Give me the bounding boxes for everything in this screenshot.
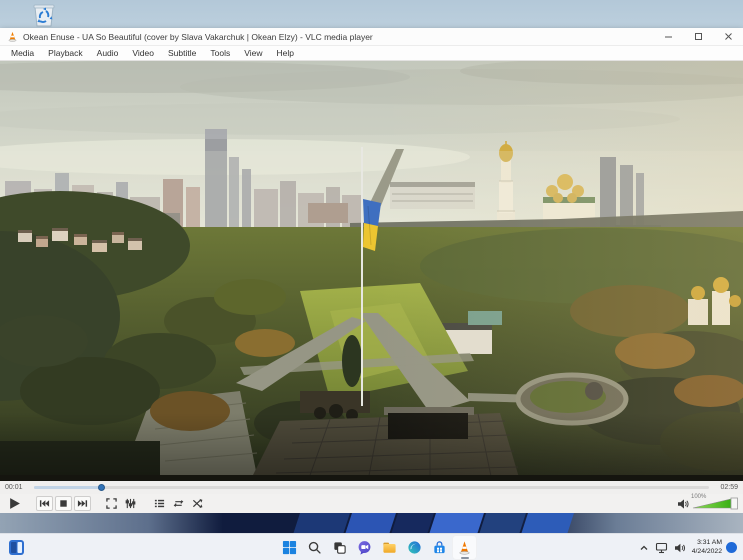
desktop-wallpaper-bloom [0,513,743,533]
tray-time: 3:31 AM [697,539,722,547]
recycle-bin-icon[interactable] [28,1,60,28]
tray-date: 4/24/2022 [691,547,722,555]
menu-playback[interactable]: Playback [41,48,90,58]
video-frame[interactable] [0,61,743,481]
volume-tray-icon[interactable] [671,537,689,559]
chat-button[interactable] [352,535,377,560]
task-view-button[interactable] [327,535,352,560]
next-button[interactable] [74,496,91,511]
vlc-window: Okean Enuse - UA So Beautiful (cover by … [0,28,743,513]
elapsed-time: 00:01 [5,484,23,491]
seek-fill [34,486,102,489]
volume-icon[interactable] [677,498,689,510]
menu-view[interactable]: View [237,48,269,58]
volume-control: 100% [677,494,739,513]
edge-button[interactable] [402,535,427,560]
desktop-wallpaper-top [0,0,743,28]
menu-media[interactable]: Media [4,48,41,58]
hidden-icons-chevron[interactable] [636,537,652,559]
menu-subtitle[interactable]: Subtitle [161,48,203,58]
volume-percent-label: 100% [691,494,707,500]
maximize-button[interactable] [683,28,713,45]
vlc-taskbar-button[interactable] [452,535,477,560]
menu-audio[interactable]: Audio [90,48,126,58]
widgets-button[interactable] [8,539,25,556]
seek-row: 00:01 02:59 [0,481,743,494]
seek-slider[interactable] [34,484,709,491]
taskbar: 3:31 AM 4/24/2022 [0,533,743,560]
menu-tools[interactable]: Tools [203,48,237,58]
random-button[interactable] [189,496,206,511]
previous-button[interactable] [36,496,53,511]
controls-bar: 100% [0,494,743,513]
window-title: Okean Enuse - UA So Beautiful (cover by … [23,31,373,42]
menu-video[interactable]: Video [125,48,161,58]
fullscreen-button[interactable] [103,496,120,511]
file-explorer-button[interactable] [377,535,402,560]
seek-thumb[interactable] [97,484,105,491]
duration-time: 02:59 [720,484,738,491]
notification-badge[interactable] [726,542,737,553]
loop-button[interactable] [170,496,187,511]
close-button[interactable] [713,28,743,45]
vlc-cone-icon [7,31,18,42]
menu-help[interactable]: Help [269,48,300,58]
extended-settings-button[interactable] [122,496,139,511]
search-button[interactable] [302,535,327,560]
desktop: Okean Enuse - UA So Beautiful (cover by … [0,0,743,560]
play-button[interactable] [4,495,24,512]
titlebar[interactable]: Okean Enuse - UA So Beautiful (cover by … [0,28,743,46]
clock[interactable]: 3:31 AM 4/24/2022 [692,539,722,556]
start-button[interactable] [277,535,302,560]
stop-button[interactable] [55,496,72,511]
playlist-button[interactable] [151,496,168,511]
store-button[interactable] [427,535,452,560]
minimize-button[interactable] [653,28,683,45]
network-tray-icon[interactable] [652,537,671,559]
menubar: Media Playback Audio Video Subtitle Tool… [0,46,743,61]
